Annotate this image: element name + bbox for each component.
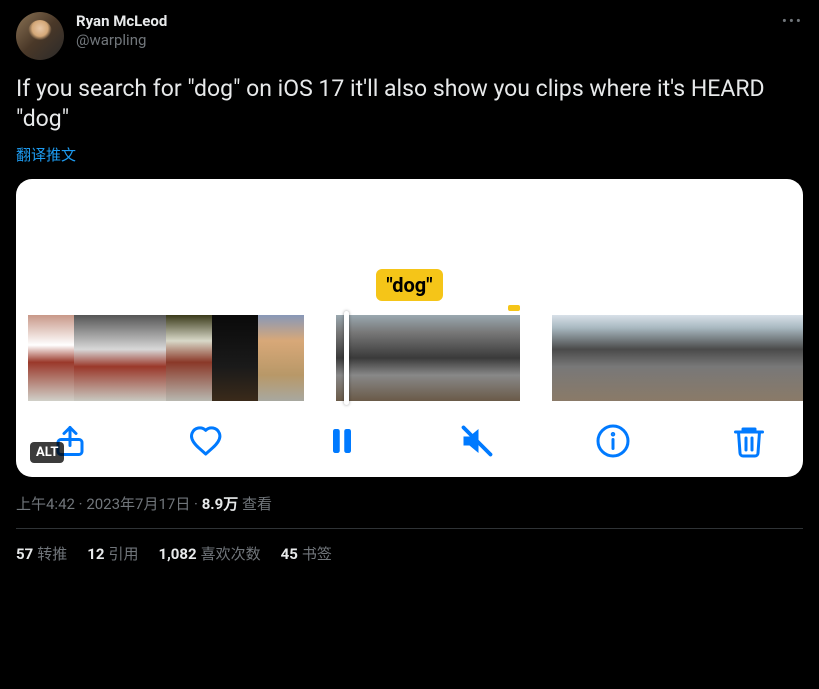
retweets-stat[interactable]: 57转推 [16,543,67,564]
heart-icon[interactable] [188,423,224,459]
video-thumbnail [258,315,304,401]
bookmarks-stat[interactable]: 45书签 [281,543,332,564]
video-thumbnail [382,315,428,401]
video-thumbnail [644,315,690,401]
video-thumbnail [428,315,474,401]
video-thumbnail [598,315,644,401]
info-icon[interactable] [595,423,631,459]
video-scrubber[interactable] [16,315,803,401]
search-tag: "dog" [376,269,442,301]
media-card[interactable]: "dog" [16,179,803,477]
video-thumbnail [736,315,782,401]
video-thumbnail [74,315,120,401]
media-inner: "dog" [16,179,803,477]
video-thumbnail [782,315,803,401]
search-tag-row: "dog" [16,269,803,301]
mute-icon[interactable] [459,423,495,459]
video-thumbnail [552,315,598,401]
user-handle: @warpling [76,31,167,50]
video-thumbnail [212,315,258,401]
clip-group-1 [28,315,304,401]
divider [16,528,803,529]
user-info[interactable]: Ryan McLeod @warpling [76,12,167,50]
quotes-stat[interactable]: 12引用 [87,543,138,564]
clip-group-3 [552,315,803,401]
views-label: 查看 [242,495,272,513]
trash-icon[interactable] [731,423,767,459]
more-button[interactable]: ••• [782,12,803,30]
video-thumbnail [690,315,736,401]
tweet-header: Ryan McLeod @warpling ••• [16,12,803,60]
likes-stat[interactable]: 1,082喜欢次数 [158,543,260,564]
tweet: Ryan McLeod @warpling ••• If you search … [0,0,819,576]
video-thumbnail [120,315,166,401]
tweet-meta: 上午4:42 · 2023年7月17日 · 8.9万 查看 [16,493,803,514]
tweet-date[interactable]: 2023年7月17日 [86,495,190,513]
tweet-stats: 57转推 12引用 1,082喜欢次数 45书签 [16,543,803,564]
tweet-time[interactable]: 上午4:42 [16,495,75,513]
display-name: Ryan McLeod [76,12,167,31]
search-tag-marker [508,305,520,311]
views-count: 8.9万 [202,495,239,513]
avatar[interactable] [16,12,64,60]
video-thumbnail [28,315,74,401]
video-thumbnail-playhead [336,315,382,401]
pause-icon[interactable] [324,423,360,459]
alt-badge[interactable]: ALT [30,442,64,463]
clip-group-2 [336,315,520,401]
video-thumbnail [166,315,212,401]
translate-link[interactable]: 翻译推文 [16,144,803,165]
tweet-text: If you search for "dog" on iOS 17 it'll … [16,74,803,134]
video-thumbnail [474,315,520,401]
media-toolbar [16,423,803,459]
